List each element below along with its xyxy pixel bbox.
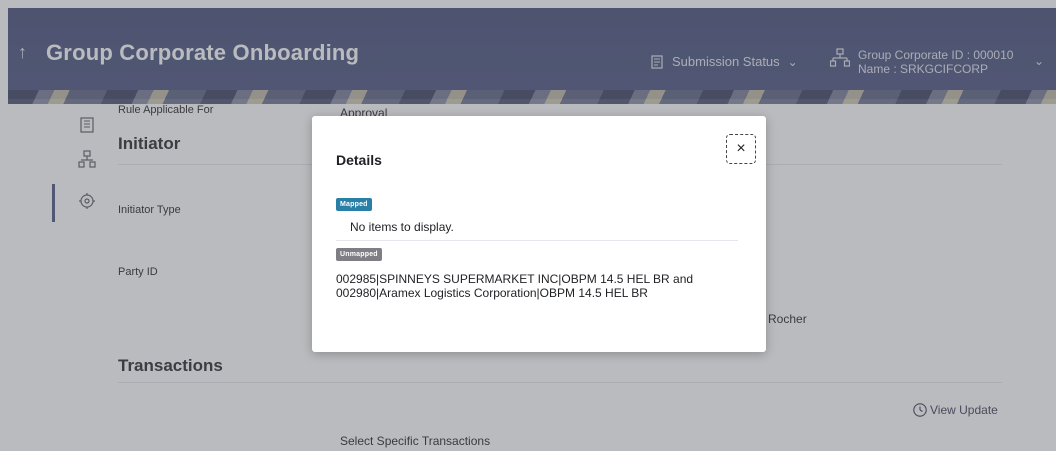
close-icon: × xyxy=(736,140,746,157)
modal-divider xyxy=(336,240,738,241)
details-modal: Details × Mapped No items to display. Un… xyxy=(312,116,766,352)
modal-title: Details xyxy=(336,152,382,168)
close-button[interactable]: × xyxy=(726,134,756,164)
app-frame: ↑ Group Corporate Onboarding Submission … xyxy=(0,0,1056,451)
unmapped-list: 002985|SPINNEYS SUPERMARKET INC|OBPM 14.… xyxy=(336,272,736,300)
mapped-empty-text: No items to display. xyxy=(350,220,454,234)
unmapped-item: 002980|Aramex Logistics Corporation|OBPM… xyxy=(336,286,648,300)
unmapped-badge: Unmapped xyxy=(336,248,382,261)
mapped-badge: Mapped xyxy=(336,198,372,211)
unmapped-item: 002985|SPINNEYS SUPERMARKET INC|OBPM 14.… xyxy=(336,272,694,286)
